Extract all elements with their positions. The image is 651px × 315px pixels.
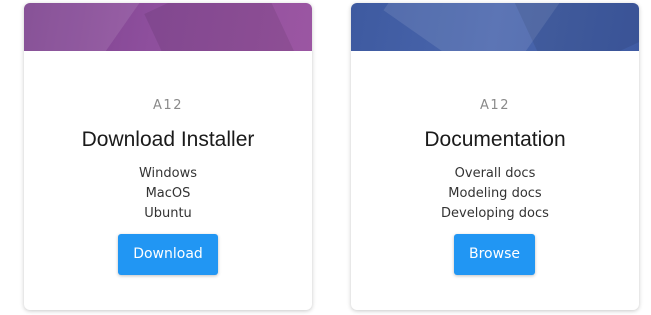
list-item: Overall docs [454, 166, 536, 181]
download-installer-card: A12 Download Installer Windows MacOS Ubu… [24, 3, 312, 310]
card-title: Download Installer [81, 128, 255, 151]
browse-button[interactable]: Browse [454, 234, 535, 275]
card-code: A12 [153, 98, 183, 113]
banner-decoration [24, 3, 152, 51]
list-item: Windows [138, 166, 198, 181]
card-banner-image [24, 3, 312, 51]
list-item: Developing docs [441, 206, 549, 221]
docs-list: Overall docs Modeling docs Developing do… [351, 164, 639, 224]
card-banner-image [351, 3, 639, 51]
download-button[interactable]: Download [118, 234, 218, 275]
card-code: A12 [480, 98, 510, 113]
banner-decoration [144, 3, 304, 51]
list-item: Ubuntu [144, 206, 192, 221]
card-title: Documentation [424, 128, 566, 151]
list-item: Modeling docs [448, 186, 542, 201]
documentation-card: A12 Documentation Overall docs Modeling … [351, 3, 639, 310]
platform-list: Windows MacOS Ubuntu [24, 164, 312, 224]
list-item: MacOS [145, 186, 191, 201]
